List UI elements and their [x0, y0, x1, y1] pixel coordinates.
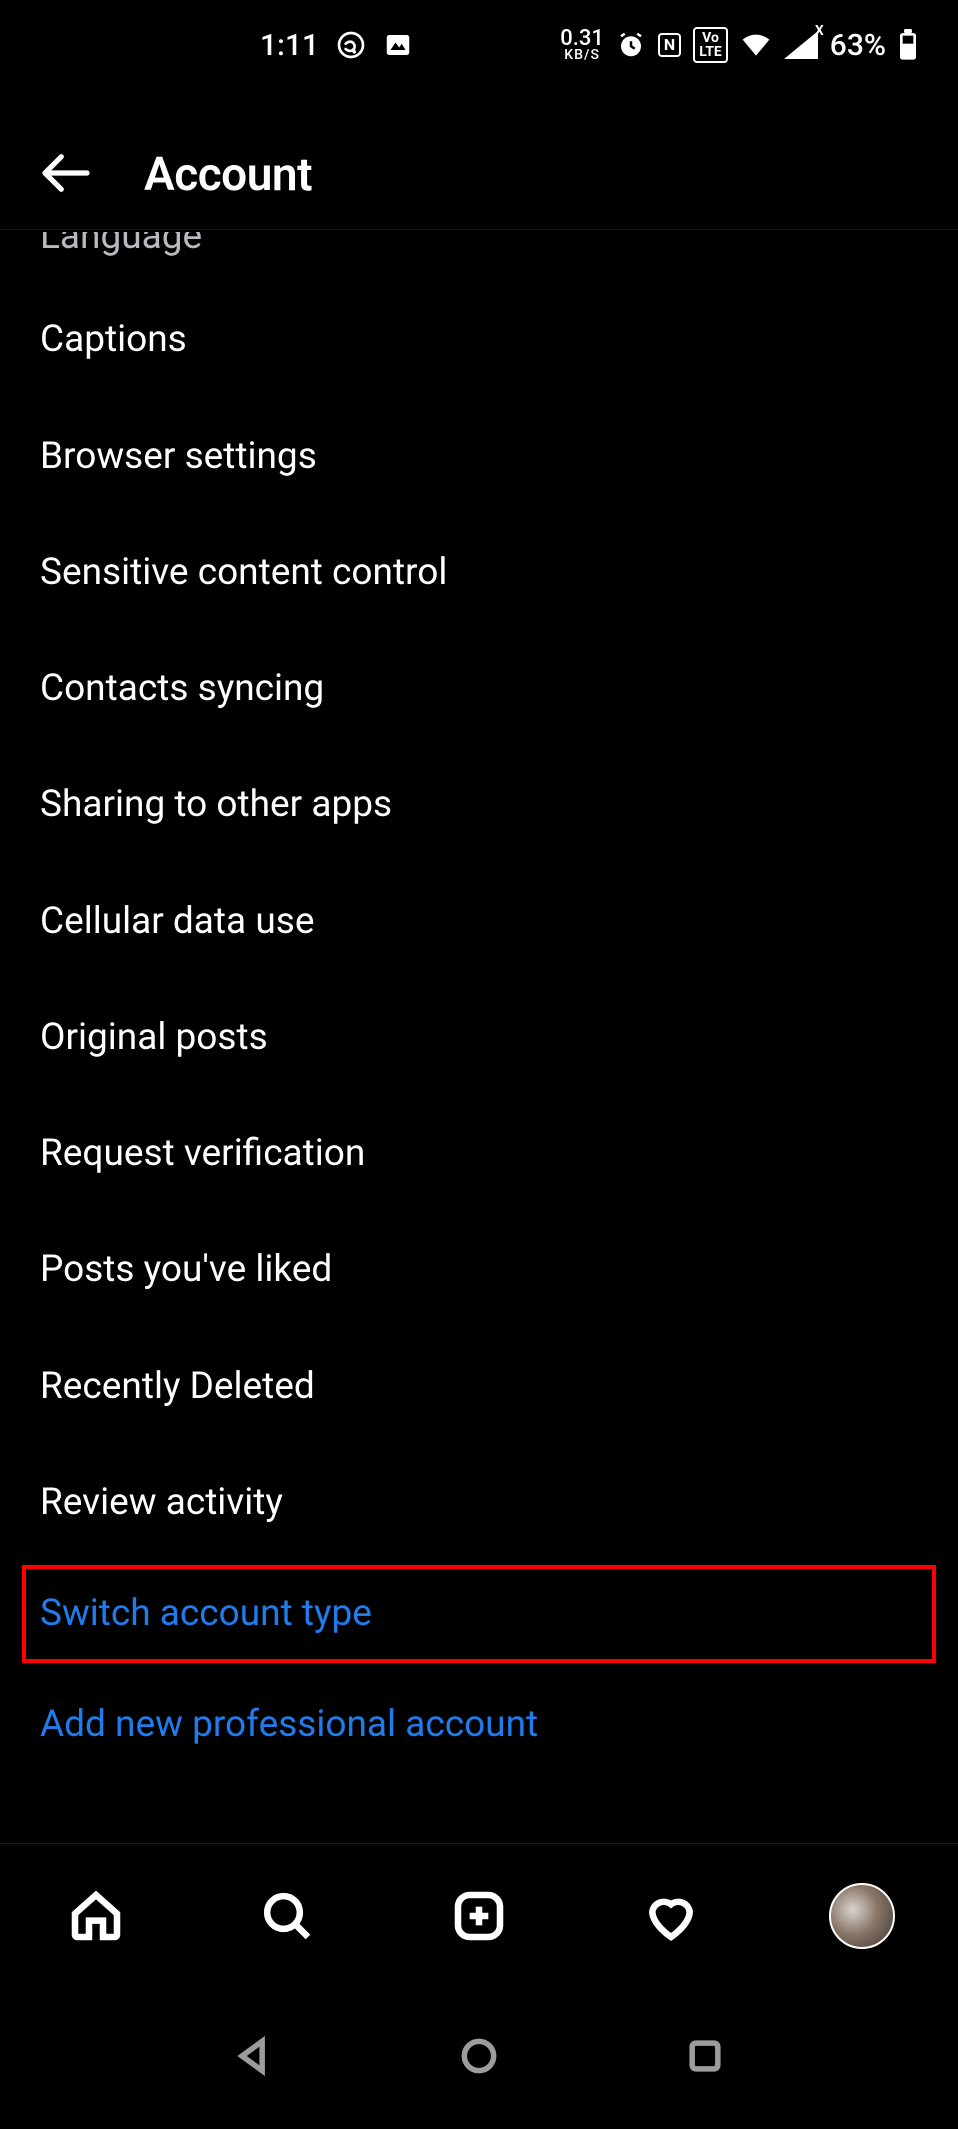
- settings-item-sharing-apps[interactable]: Sharing to other apps: [0, 747, 958, 863]
- settings-item-label: Posts you've liked: [40, 1248, 332, 1291]
- settings-item-language[interactable]: Language: [0, 232, 958, 282]
- settings-item-label: Add new professional account: [40, 1703, 538, 1746]
- settings-item-browser-settings[interactable]: Browser settings: [0, 399, 958, 515]
- settings-item-sensitive-content[interactable]: Sensitive content control: [0, 515, 958, 631]
- settings-item-request-verification[interactable]: Request verification: [0, 1096, 958, 1212]
- nav-activity[interactable]: [636, 1881, 706, 1951]
- data-rate-value: 0.31: [560, 29, 604, 49]
- tutorial-highlight: Switch account type: [22, 1565, 936, 1663]
- settings-item-label: Browser settings: [40, 435, 317, 478]
- gallery-icon: [383, 30, 413, 60]
- settings-item-label: Language: [40, 232, 202, 258]
- data-rate-unit: KB/S: [564, 49, 600, 62]
- settings-item-label: Contacts syncing: [40, 667, 324, 710]
- settings-item-label: Review activity: [40, 1481, 283, 1524]
- settings-list[interactable]: Language Captions Browser settings Sensi…: [0, 232, 958, 1843]
- settings-item-label: Recently Deleted: [40, 1365, 315, 1408]
- settings-item-recently-deleted[interactable]: Recently Deleted: [0, 1329, 958, 1445]
- settings-item-label: Cellular data use: [40, 900, 314, 943]
- android-back-button[interactable]: [231, 2034, 275, 2082]
- android-home-button[interactable]: [457, 2034, 501, 2082]
- status-bar: 1:11 0.31 KB/S N VoLTE x 63%: [0, 0, 958, 90]
- battery-percent: 63%: [830, 28, 886, 63]
- nfc-icon: N: [658, 33, 681, 57]
- profile-avatar: [829, 1883, 895, 1949]
- bottom-nav: [0, 1843, 958, 1987]
- settings-item-posts-liked[interactable]: Posts you've liked: [0, 1212, 958, 1328]
- alarm-icon: [616, 30, 646, 60]
- settings-item-label: Sensitive content control: [40, 551, 447, 594]
- nav-create[interactable]: [444, 1881, 514, 1951]
- whatsapp-icon: [335, 29, 367, 61]
- settings-item-review-activity[interactable]: Review activity: [0, 1445, 958, 1561]
- settings-item-label: Request verification: [40, 1132, 365, 1175]
- back-button[interactable]: [38, 145, 94, 205]
- settings-item-label: Original posts: [40, 1016, 268, 1059]
- android-nav-bar: [0, 1987, 958, 2129]
- nav-search[interactable]: [252, 1881, 322, 1951]
- settings-item-label: Sharing to other apps: [40, 783, 392, 826]
- status-left-cluster: 1:11: [260, 28, 413, 63]
- settings-item-captions[interactable]: Captions: [0, 282, 958, 398]
- nav-profile[interactable]: [827, 1881, 897, 1951]
- status-right-cluster: 0.31 KB/S N VoLTE x 63%: [560, 27, 918, 63]
- status-time: 1:11: [260, 28, 319, 63]
- settings-item-cellular-data[interactable]: Cellular data use: [0, 864, 958, 980]
- settings-item-switch-account-type[interactable]: Switch account type: [40, 1591, 918, 1637]
- settings-item-contacts-syncing[interactable]: Contacts syncing: [0, 631, 958, 747]
- cell-signal-icon: x: [784, 31, 818, 59]
- data-rate-indicator: 0.31 KB/S: [560, 29, 604, 61]
- android-recents-button[interactable]: [683, 2034, 727, 2082]
- wifi-icon: [740, 29, 772, 61]
- settings-item-add-professional[interactable]: Add new professional account: [0, 1667, 958, 1783]
- settings-item-label: Switch account type: [40, 1592, 372, 1635]
- volte-icon: VoLTE: [693, 27, 728, 63]
- settings-item-label: Captions: [40, 318, 187, 361]
- page-title: Account: [144, 148, 312, 202]
- app-header: Account: [0, 120, 958, 230]
- settings-item-original-posts[interactable]: Original posts: [0, 980, 958, 1096]
- battery-icon: [898, 29, 918, 61]
- nav-home[interactable]: [61, 1881, 131, 1951]
